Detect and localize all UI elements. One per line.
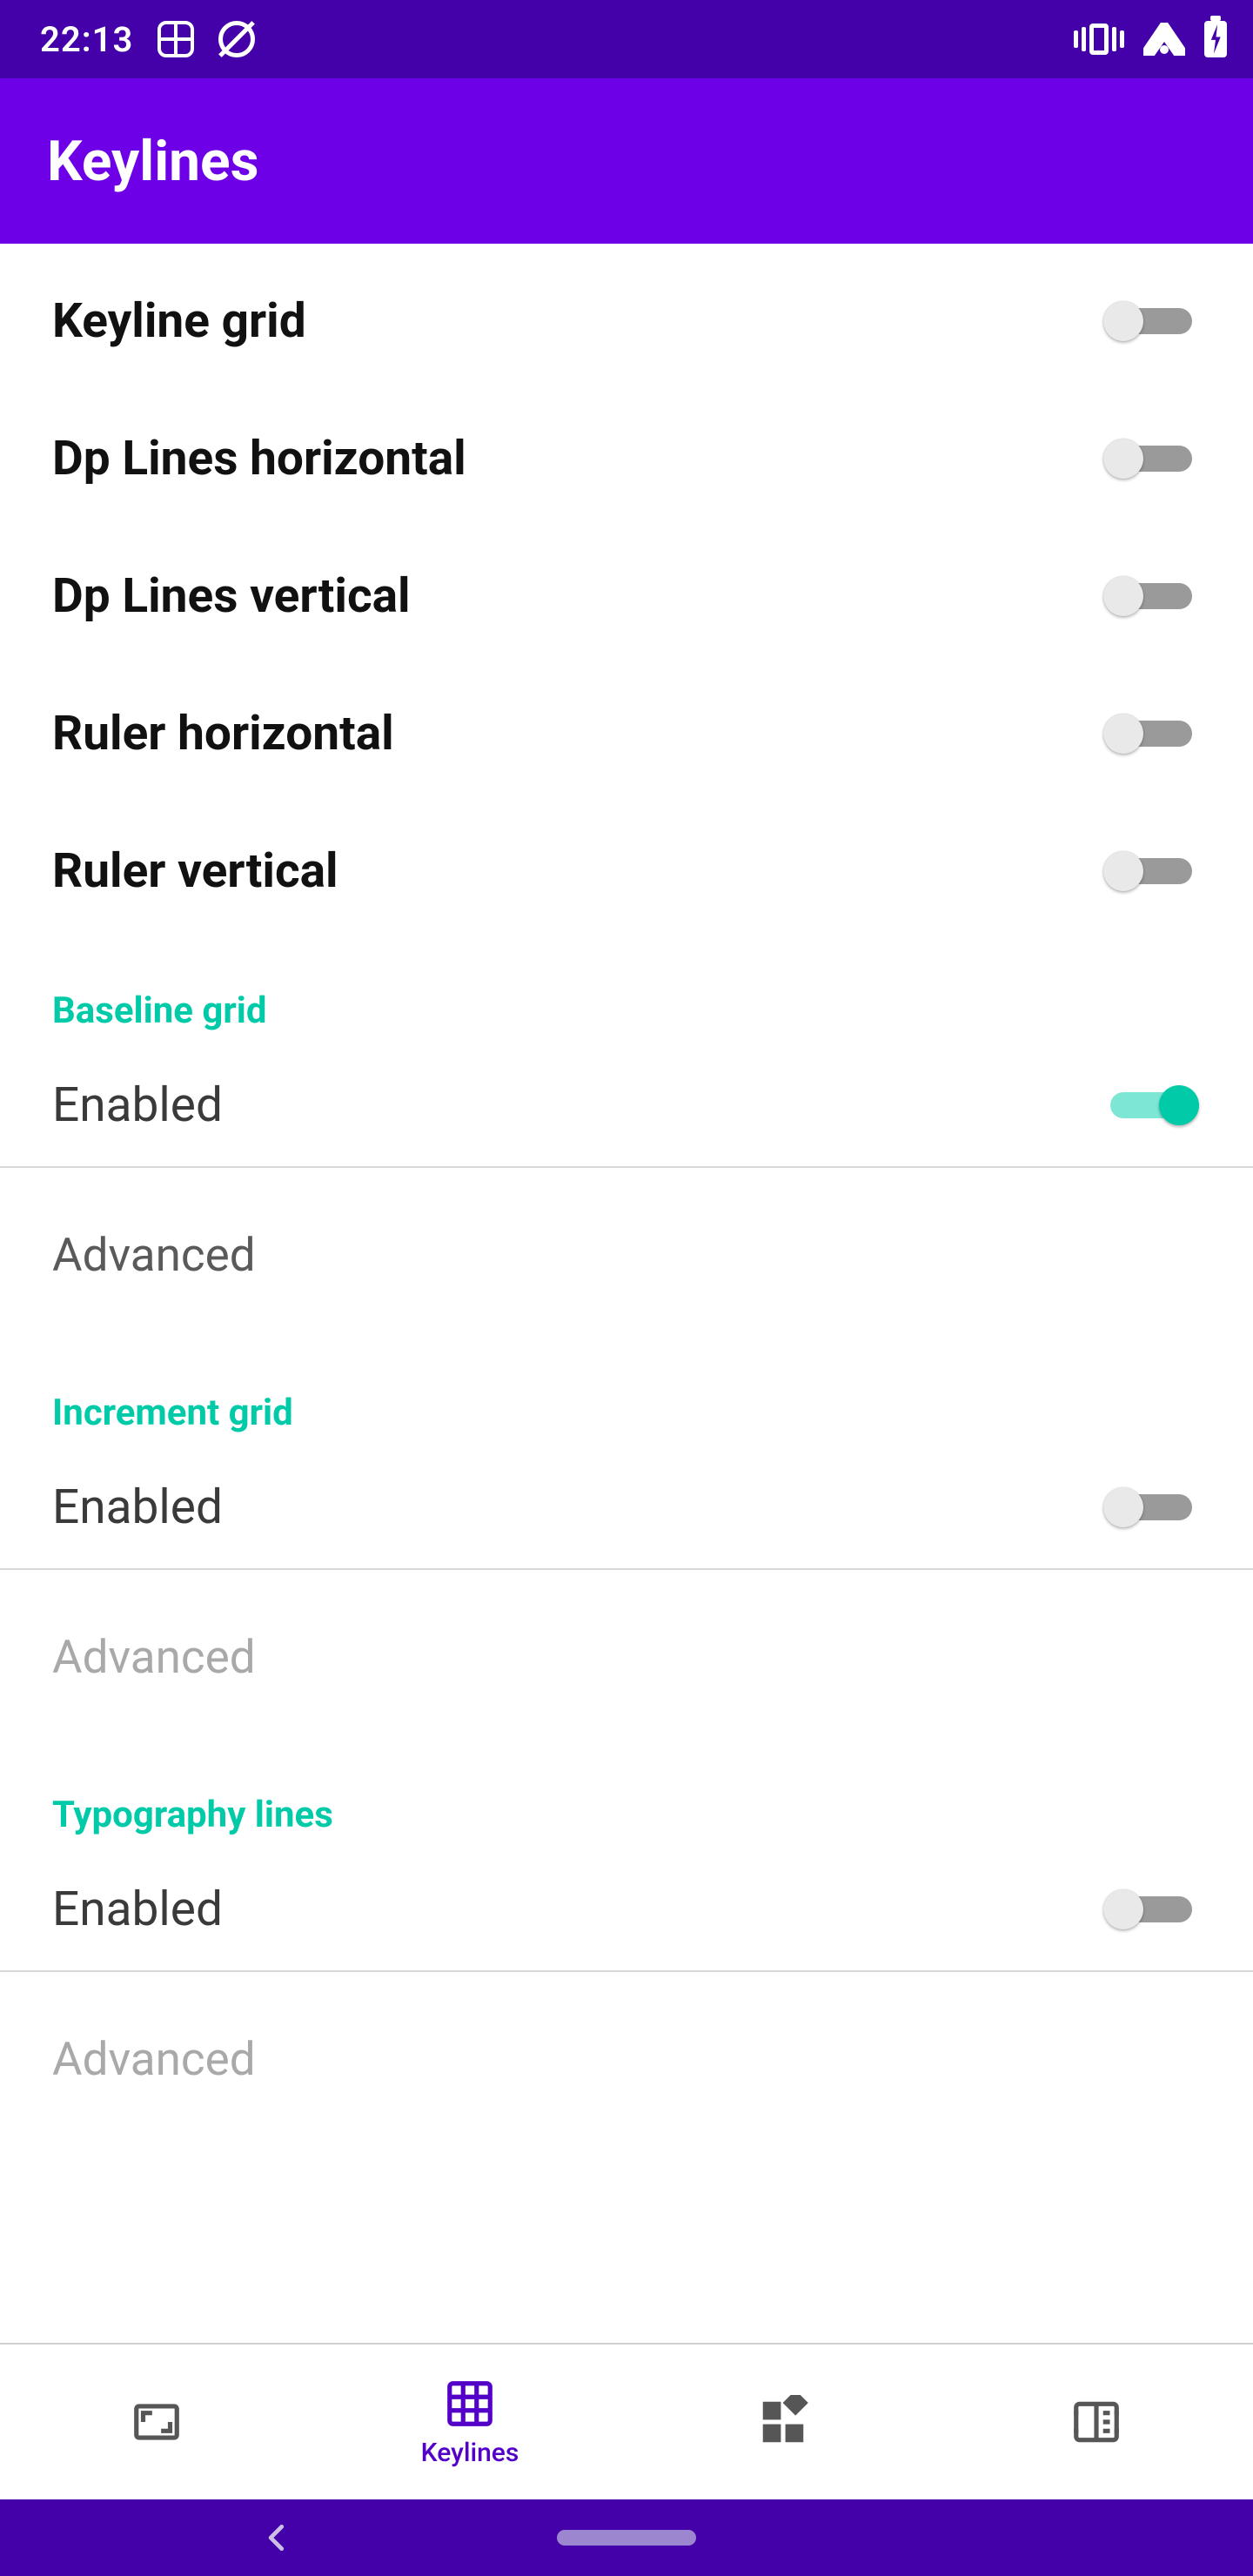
status-bar: 22:13 [0,0,1253,78]
switch-increment-enabled[interactable] [1102,1484,1201,1531]
settings-list[interactable]: Keyline grid Dp Lines horizontal Dp Line… [0,244,1253,2343]
grid-icon [443,2377,497,2431]
page-title: Keylines [47,129,258,194]
battery-charging-icon [1204,21,1227,57]
section-header-increment-grid: Increment grid [0,1342,1253,1446]
increment-enabled-row[interactable]: Enabled [0,1446,1253,1568]
tab-layout[interactable]: Layout [940,2345,1253,2499]
tab-keylines[interactable]: Keylines [313,2345,626,2499]
toggle-row-ruler-vertical[interactable]: Ruler vertical [0,802,1253,940]
widgets-icon [756,2395,810,2449]
tab-label: Keylines [421,2438,519,2468]
enabled-label: Enabled [52,1077,223,1133]
toggle-label: Dp Lines horizontal [52,431,466,486]
baseline-enabled-row[interactable]: Enabled [0,1044,1253,1166]
toggle-row-keyline-grid[interactable]: Keyline grid [0,252,1253,390]
advanced-label: Advanced [52,2032,256,2086]
tab-screen[interactable]: Screen [0,2345,313,2499]
section-title-text: Increment grid [52,1392,293,1434]
toggle-row-dp-lines-vertical[interactable]: Dp Lines vertical [0,527,1253,665]
switch-baseline-enabled[interactable] [1102,1082,1201,1129]
wifi-icon [1143,23,1185,56]
section-title-text: Typography lines [52,1794,333,1836]
enabled-label: Enabled [52,1479,223,1535]
toggle-label: Dp Lines vertical [52,568,411,624]
chevron-left-icon [261,2521,294,2554]
advanced-label: Advanced [52,1630,256,1684]
toggle-row-dp-lines-horizontal[interactable]: Dp Lines horizontal [0,390,1253,527]
home-gesture-pill[interactable] [557,2530,696,2546]
switch-ruler-horizontal[interactable] [1102,710,1201,757]
switch-dp-lines-horizontal[interactable] [1102,435,1201,482]
switch-keyline-grid[interactable] [1102,298,1201,345]
toggle-label: Ruler horizontal [52,706,394,761]
typography-enabled-row[interactable]: Enabled [0,1848,1253,1970]
vibrate-icon [1074,23,1124,55]
status-bar-left: 22:13 [40,19,255,60]
apps-icon [157,21,194,57]
bottom-nav: Screen Keylines Shapes Layout [0,2343,1253,2499]
typography-advanced-row: Advanced [0,1972,1253,2146]
board-icon [1069,2395,1123,2449]
enabled-label: Enabled [52,1882,223,1937]
app-bar: Keylines [0,78,1253,244]
switch-dp-lines-vertical[interactable] [1102,573,1201,620]
system-nav-bar [0,2499,1253,2576]
section-title-text: Baseline grid [52,989,267,1032]
section-header-typography-lines: Typography lines [0,1744,1253,1848]
baseline-advanced-row[interactable]: Advanced [0,1168,1253,1342]
section-header-baseline-grid: Baseline grid [0,940,1253,1044]
advanced-label: Advanced [52,1228,256,1282]
status-bar-right [1074,21,1227,57]
switch-ruler-vertical[interactable] [1102,848,1201,895]
increment-advanced-row: Advanced [0,1570,1253,1744]
toggle-label: Ruler vertical [52,843,338,899]
tab-shapes[interactable]: Shapes [626,2345,940,2499]
do-not-disturb-icon [218,21,255,57]
aspect-ratio-icon [130,2395,184,2449]
switch-typography-enabled[interactable] [1102,1886,1201,1933]
status-clock: 22:13 [40,19,133,60]
toggle-row-ruler-horizontal[interactable]: Ruler horizontal [0,665,1253,802]
toggle-label: Keyline grid [52,293,306,349]
back-button[interactable] [261,2521,294,2554]
